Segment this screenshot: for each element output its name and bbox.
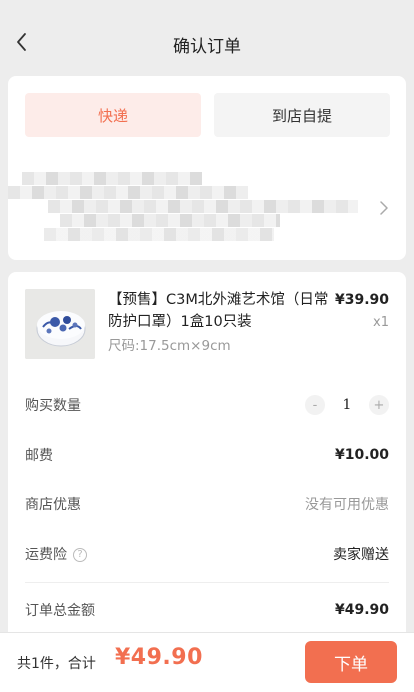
insurance-label: 运费险 xyxy=(25,547,67,563)
discount-label: 商店优惠 xyxy=(25,497,81,513)
footer-count: 共1件，合计 xyxy=(17,656,96,672)
delivery-card: 快递 到店自提 xyxy=(8,76,406,260)
product-spec: 尺码:17.5cm×9cm xyxy=(108,338,231,354)
tab-express[interactable]: 快递 xyxy=(25,93,201,137)
product-title: 【预售】C3M北外滩艺术馆（日常防护口罩）1盒10只装 xyxy=(108,292,329,330)
insurance-label-wrap: 运费险? xyxy=(25,544,87,564)
footer-total: ¥49.90 xyxy=(115,645,203,670)
product-price: ¥39.90 xyxy=(334,292,389,308)
total-row: 订单总金额 ¥49.90 xyxy=(25,598,389,622)
tab-pickup[interactable]: 到店自提 xyxy=(214,93,390,137)
submit-order-button[interactable]: 下单 xyxy=(305,641,397,683)
insurance-value: 卖家赠送 xyxy=(333,547,389,563)
total-label: 订单总金额 xyxy=(25,603,95,619)
shipping-row: 邮费 ¥10.00 xyxy=(25,443,389,467)
product-quantity: x1 xyxy=(373,315,389,330)
divider xyxy=(25,582,389,583)
header: 确认订单 xyxy=(0,0,414,88)
quantity-row: 购买数量 - 1 + xyxy=(25,393,389,417)
help-icon[interactable]: ? xyxy=(73,548,87,562)
total-value: ¥49.90 xyxy=(334,602,389,618)
quantity-value[interactable]: 1 xyxy=(325,397,369,413)
quantity-label: 购买数量 xyxy=(25,398,81,414)
plus-button[interactable]: + xyxy=(369,395,389,415)
minus-button[interactable]: - xyxy=(305,395,325,415)
footer-bar: 共1件，合计 ¥49.90 下单 xyxy=(0,632,414,692)
insurance-row: 运费险? 卖家赠送 xyxy=(25,542,389,566)
discount-row[interactable]: 商店优惠 没有可用优惠 xyxy=(25,492,389,516)
address-blurred[interactable] xyxy=(8,166,368,246)
quantity-stepper: - 1 + xyxy=(305,395,389,415)
shipping-value: ¥10.00 xyxy=(334,447,389,463)
discount-value: 没有可用优惠 xyxy=(305,497,389,513)
shipping-label: 邮费 xyxy=(25,448,53,464)
product-image[interactable] xyxy=(25,289,95,359)
order-card: 【预售】C3M北外滩艺术馆（日常防护口罩）1盒10只装 ¥39.90 x1 尺码… xyxy=(8,272,406,652)
chevron-right-icon[interactable] xyxy=(378,200,390,216)
page-title: 确认订单 xyxy=(173,37,241,57)
